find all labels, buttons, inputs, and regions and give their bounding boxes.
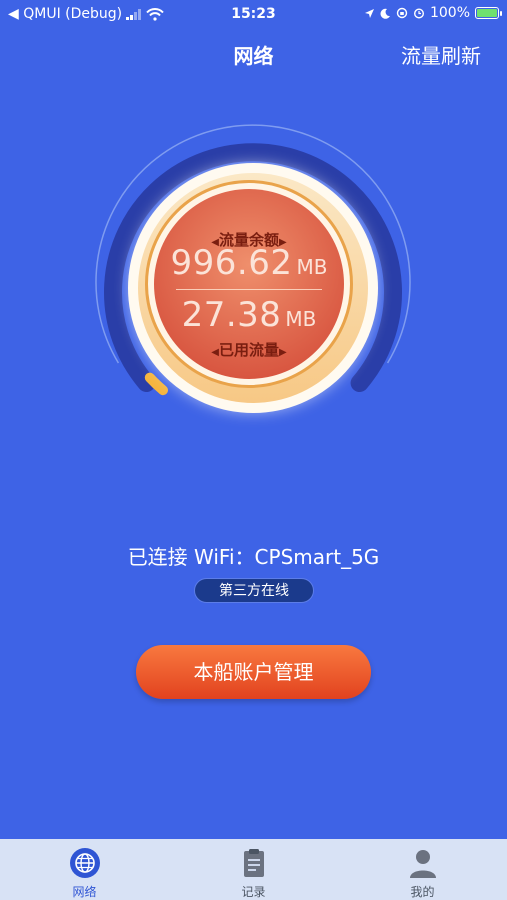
left-triangle-icon: ◀ [211,347,219,358]
gauge-core: ◀流量余额▶ 996.62 MB 27.38 MB ◀已用流量▶ [128,163,378,413]
ship-account-management-button[interactable]: 本船账户管理 [136,645,371,699]
user-icon [410,850,436,878]
globe-icon [70,848,100,878]
used-label: ◀已用流量▶ [211,341,287,359]
gauge-core-ring: ◀流量余额▶ 996.62 MB 27.38 MB ◀已用流量▶ [138,173,368,403]
remaining-value: 996.62 MB [170,243,328,283]
gauge-core-face: ◀流量余额▶ 996.62 MB 27.38 MB ◀已用流量▶ [154,189,344,379]
alarm-icon [413,8,424,19]
tab-label: 网络 [72,885,97,899]
tab-label: 记录 [241,885,266,899]
tab-label: 我的 [410,885,435,899]
status-bar: ◀ QMUI (Debug) 15:23 100% [0,0,507,28]
gauge-divider [176,289,322,290]
tab-bar: 网络 记录 我的 [0,839,507,900]
location-arrow-icon [364,8,374,18]
rotation-lock-icon [396,7,408,19]
status-right: 100% [364,5,502,21]
right-triangle-icon: ▶ [279,347,287,358]
tab-mine[interactable]: 我的 [338,839,507,900]
moon-icon [380,8,390,19]
gauge-core-inner: ◀流量余额▶ 996.62 MB 27.38 MB ◀已用流量▶ [145,180,353,388]
tab-records[interactable]: 记录 [169,839,338,900]
online-status-badge: 第三方在线 [194,578,314,603]
used-value: 27.38 MB [181,295,317,335]
battery-icon [475,7,502,19]
tab-network[interactable]: 网络 [0,839,169,900]
battery-percent: 100% [429,5,470,21]
battery-level [477,9,497,17]
wifi-status-text: 已连接 WiFi：CPSmart_5G [127,545,380,569]
refresh-traffic-button[interactable]: 流量刷新 [401,40,481,69]
clipboard-icon [244,849,264,877]
